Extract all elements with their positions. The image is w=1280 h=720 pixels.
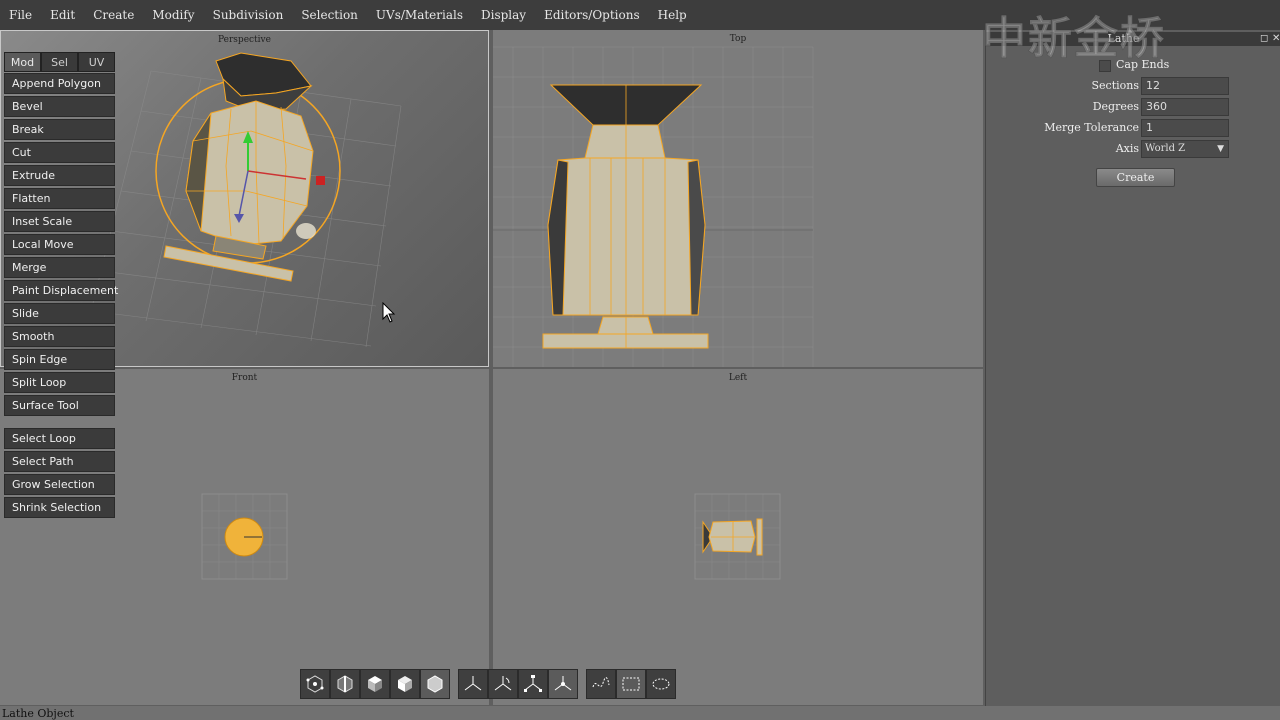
menu-bar: File Edit Create Modify Subdivision Sele… bbox=[0, 0, 1280, 30]
vertex-mode-icon bbox=[306, 675, 324, 693]
flatten-button[interactable]: Flatten bbox=[4, 188, 115, 209]
face-mode-button[interactable] bbox=[360, 669, 390, 699]
merge-button[interactable]: Merge bbox=[4, 257, 115, 278]
slide-button[interactable]: Slide bbox=[4, 303, 115, 324]
inset-scale-button[interactable]: Inset Scale bbox=[4, 211, 115, 232]
status-bar: Lathe Object bbox=[0, 706, 1280, 720]
panel-title: Lathe bbox=[1107, 32, 1140, 45]
create-button[interactable]: Create bbox=[1096, 168, 1175, 187]
object-mode-button[interactable] bbox=[390, 669, 420, 699]
menu-create[interactable]: Create bbox=[84, 0, 143, 30]
paint-select-icon bbox=[652, 678, 670, 690]
viewport-label-perspective: Perspective bbox=[218, 35, 271, 45]
box-select-button[interactable] bbox=[616, 669, 646, 699]
tab-mod[interactable]: Mod bbox=[4, 52, 41, 72]
maximize-icon[interactable]: ◻ bbox=[1260, 32, 1268, 46]
cut-button[interactable]: Cut bbox=[4, 142, 115, 163]
shaded-mode-button[interactable] bbox=[420, 669, 450, 699]
append-polygon-button[interactable]: Append Polygon bbox=[4, 73, 115, 94]
tab-uv[interactable]: UV bbox=[78, 52, 115, 72]
universal-manipulator-icon bbox=[554, 676, 572, 691]
degrees-row: Degrees 360 bbox=[986, 98, 1280, 116]
cap-ends-row: Cap Ends bbox=[986, 56, 1280, 74]
degrees-field[interactable]: 360 bbox=[1141, 98, 1229, 116]
sections-label: Sections bbox=[1091, 79, 1140, 92]
menu-file[interactable]: File bbox=[0, 0, 41, 30]
grow-selection-button[interactable]: Grow Selection bbox=[4, 474, 115, 495]
viewport-label-top: Top bbox=[729, 34, 747, 44]
menu-help[interactable]: Help bbox=[649, 0, 696, 30]
menu-uvs-materials[interactable]: UVs/Materials bbox=[367, 0, 472, 30]
vertex-mode-button[interactable] bbox=[300, 669, 330, 699]
object-mode-icon bbox=[398, 676, 412, 692]
top-viewport[interactable]: Top bbox=[493, 30, 983, 367]
axis-label: Axis bbox=[1115, 142, 1139, 155]
select-loop-button[interactable]: Select Loop bbox=[4, 428, 115, 449]
break-button[interactable]: Break bbox=[4, 119, 115, 140]
shrink-selection-button[interactable]: Shrink Selection bbox=[4, 497, 115, 518]
paint-select-button[interactable] bbox=[646, 669, 676, 699]
menu-subdivision[interactable]: Subdivision bbox=[204, 0, 293, 30]
lathe-options-panel: Lathe ◻ ✕ Cap Ends Sections 12 Degrees 3… bbox=[985, 30, 1280, 706]
rotate-button[interactable] bbox=[488, 669, 518, 699]
sections-field[interactable]: 12 bbox=[1141, 77, 1229, 95]
menu-editors-options[interactable]: Editors/Options bbox=[535, 0, 649, 30]
edge-mode-button[interactable] bbox=[330, 669, 360, 699]
menu-selection[interactable]: Selection bbox=[292, 0, 367, 30]
left-viewport[interactable]: Left bbox=[493, 369, 983, 705]
rotate-icon bbox=[494, 676, 512, 691]
universal-manipulator-button[interactable] bbox=[548, 669, 578, 699]
lasso-select-icon bbox=[592, 677, 610, 688]
chevron-down-icon: ▼ bbox=[1217, 144, 1224, 154]
merge-tolerance-field[interactable]: 1 bbox=[1141, 119, 1229, 137]
palette-separator bbox=[4, 418, 115, 428]
component-mode-group bbox=[300, 669, 450, 700]
menu-modify[interactable]: Modify bbox=[143, 0, 203, 30]
select-path-button[interactable]: Select Path bbox=[4, 451, 115, 472]
bevel-button[interactable]: Bevel bbox=[4, 96, 115, 117]
box-select-icon bbox=[622, 677, 640, 691]
surface-tool-button[interactable]: Surface Tool bbox=[4, 395, 115, 416]
menu-display[interactable]: Display bbox=[472, 0, 535, 30]
sections-row: Sections 12 bbox=[986, 77, 1280, 95]
scale-button[interactable] bbox=[518, 669, 548, 699]
move-icon bbox=[464, 676, 482, 691]
axis-select[interactable]: World Z ▼ bbox=[1141, 140, 1229, 158]
panel-title-bar: Lathe ◻ ✕ bbox=[986, 32, 1280, 46]
viewport-label-left: Left bbox=[728, 373, 748, 383]
tab-sel[interactable]: Sel bbox=[41, 52, 78, 72]
cap-ends-checkbox[interactable] bbox=[1099, 60, 1111, 72]
shaded-mode-icon bbox=[427, 675, 443, 693]
axis-row: Axis World Z ▼ bbox=[986, 140, 1280, 158]
selection-mode-group bbox=[586, 669, 676, 700]
mouse-cursor-icon bbox=[382, 302, 396, 323]
move-button[interactable] bbox=[458, 669, 488, 699]
status-text: Lathe Object bbox=[2, 707, 74, 720]
left-scene bbox=[694, 493, 781, 580]
top-scene bbox=[493, 46, 814, 367]
menu-edit[interactable]: Edit bbox=[41, 0, 84, 30]
scale-icon bbox=[524, 675, 542, 692]
edge-mode-icon bbox=[337, 675, 353, 693]
spin-edge-button[interactable]: Spin Edge bbox=[4, 349, 115, 370]
lasso-select-button[interactable] bbox=[586, 669, 616, 699]
palette-tabs: Mod Sel UV bbox=[4, 52, 115, 72]
axis-select-value: World Z bbox=[1145, 143, 1186, 154]
degrees-label: Degrees bbox=[1092, 100, 1139, 113]
cap-ends-label: Cap Ends bbox=[1116, 58, 1170, 71]
viewport-area: Perspective Top Front Left bbox=[0, 30, 985, 706]
paint-displacement-button[interactable]: Paint Displacement bbox=[4, 280, 118, 301]
extrude-button[interactable]: Extrude bbox=[4, 165, 115, 186]
transform-group bbox=[458, 669, 578, 700]
bottom-toolbar bbox=[300, 669, 684, 700]
close-icon[interactable]: ✕ bbox=[1272, 32, 1280, 46]
merge-tolerance-label: Merge Tolerance bbox=[1044, 121, 1139, 134]
smooth-button[interactable]: Smooth bbox=[4, 326, 115, 347]
face-mode-icon bbox=[368, 676, 382, 692]
local-move-button[interactable]: Local Move bbox=[4, 234, 115, 255]
merge-tolerance-row: Merge Tolerance 1 bbox=[986, 119, 1280, 137]
tool-palette: Mod Sel UV Append Polygon Bevel Break Cu… bbox=[4, 52, 118, 520]
split-loop-button[interactable]: Split Loop bbox=[4, 372, 115, 393]
